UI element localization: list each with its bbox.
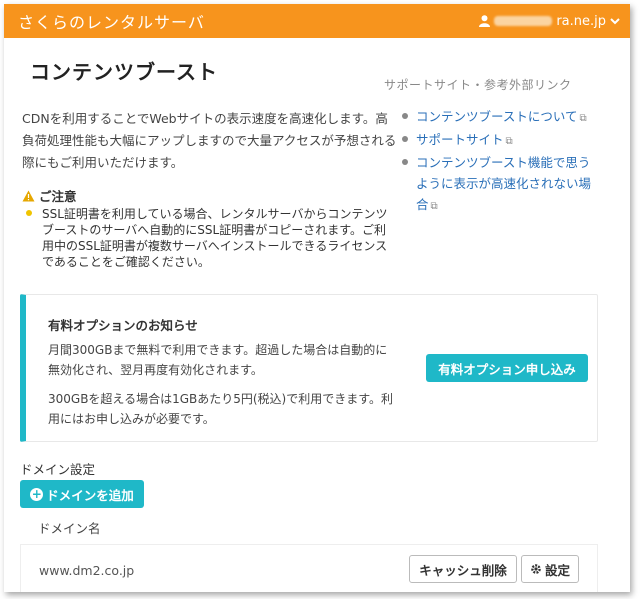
external-link-icon: ⧉ bbox=[430, 201, 438, 212]
paid-option-text-1: 月間300GBまで無料で利用できます。超過した場合は自動的に無効化され、翌月再度… bbox=[48, 343, 388, 377]
app-window: さくらのレンタルサーバ ra.ne.jp コンテンツブースト CDNを利用するこ… bbox=[4, 4, 630, 592]
warning-icon bbox=[22, 190, 35, 201]
bullet-icon bbox=[26, 210, 32, 216]
link-not-faster[interactable]: コンテンツブースト機能で思うように表示が高速化されない場合 ⧉ bbox=[402, 152, 602, 217]
notice-heading: ご注意 bbox=[22, 186, 77, 205]
add-domain-button[interactable]: + ドメインを追加 bbox=[20, 480, 144, 508]
domain-name: www.dm2.co.jp bbox=[39, 563, 135, 578]
settings-label: 設定 bbox=[544, 562, 570, 578]
user-email-suffix: ra.ne.jp bbox=[556, 13, 606, 29]
domain-column-header: ドメイン名 bbox=[38, 521, 101, 536]
person-icon bbox=[479, 15, 491, 27]
paid-option-text-2: 300GBを超える場合は1GBあたり5円(税込)で利用できます。利用にはお申し込… bbox=[48, 392, 394, 426]
user-email-redacted bbox=[494, 16, 553, 26]
add-domain-label: ドメインを追加 bbox=[46, 487, 134, 503]
user-menu[interactable]: ra.ne.jp bbox=[479, 14, 620, 29]
paid-option-title: 有料オプションのお知らせ bbox=[48, 318, 198, 333]
brand-logo[interactable]: さくらのレンタルサーバ bbox=[18, 9, 205, 33]
settings-button[interactable]: 設定 bbox=[521, 555, 579, 583]
clear-cache-button[interactable]: キャッシュ削除 bbox=[409, 555, 517, 583]
page-description: CDNを利用することでWebサイトの表示速度を高速化します。高負荷処理性能も大幅… bbox=[22, 111, 397, 170]
link-about-contents-boost[interactable]: コンテンツブーストについて ⧉ bbox=[402, 106, 602, 129]
top-bar: さくらのレンタルサーバ ra.ne.jp bbox=[4, 4, 630, 38]
paid-option-card: 有料オプションのお知らせ 月間300GBまで無料で利用できます。超過した場合は自… bbox=[20, 294, 598, 442]
external-link-icon: ⧉ bbox=[579, 113, 587, 124]
table-row: www.dm2.co.jp キャッシュ削除 設定 bbox=[20, 544, 598, 592]
link-support-site[interactable]: サポートサイト ⧉ bbox=[402, 129, 602, 152]
paid-option-apply-button[interactable]: 有料オプション申し込み bbox=[426, 354, 588, 382]
notice-heading-text: ご注意 bbox=[39, 189, 77, 204]
notice-body: SSL証明書を利用している場合、レンタルサーバからコンテンツブーストのサーバへ自… bbox=[26, 206, 394, 270]
support-links: コンテンツブーストについて ⧉ サポートサイト ⧉ コンテンツブースト機能で思うよう… bbox=[402, 106, 602, 217]
notice-text: SSL証明書を利用している場合、レンタルサーバからコンテンツブーストのサーバへ自… bbox=[42, 207, 388, 269]
support-heading: サポートサイト・参考外部リンク bbox=[384, 78, 572, 92]
page-title: コンテンツブースト bbox=[30, 60, 218, 84]
plus-circle-icon: + bbox=[30, 486, 44, 501]
gear-icon bbox=[531, 564, 541, 574]
chevron-down-icon bbox=[610, 18, 620, 25]
external-link-icon: ⧉ bbox=[505, 136, 513, 147]
domain-settings-heading: ドメイン設定 bbox=[20, 462, 96, 477]
